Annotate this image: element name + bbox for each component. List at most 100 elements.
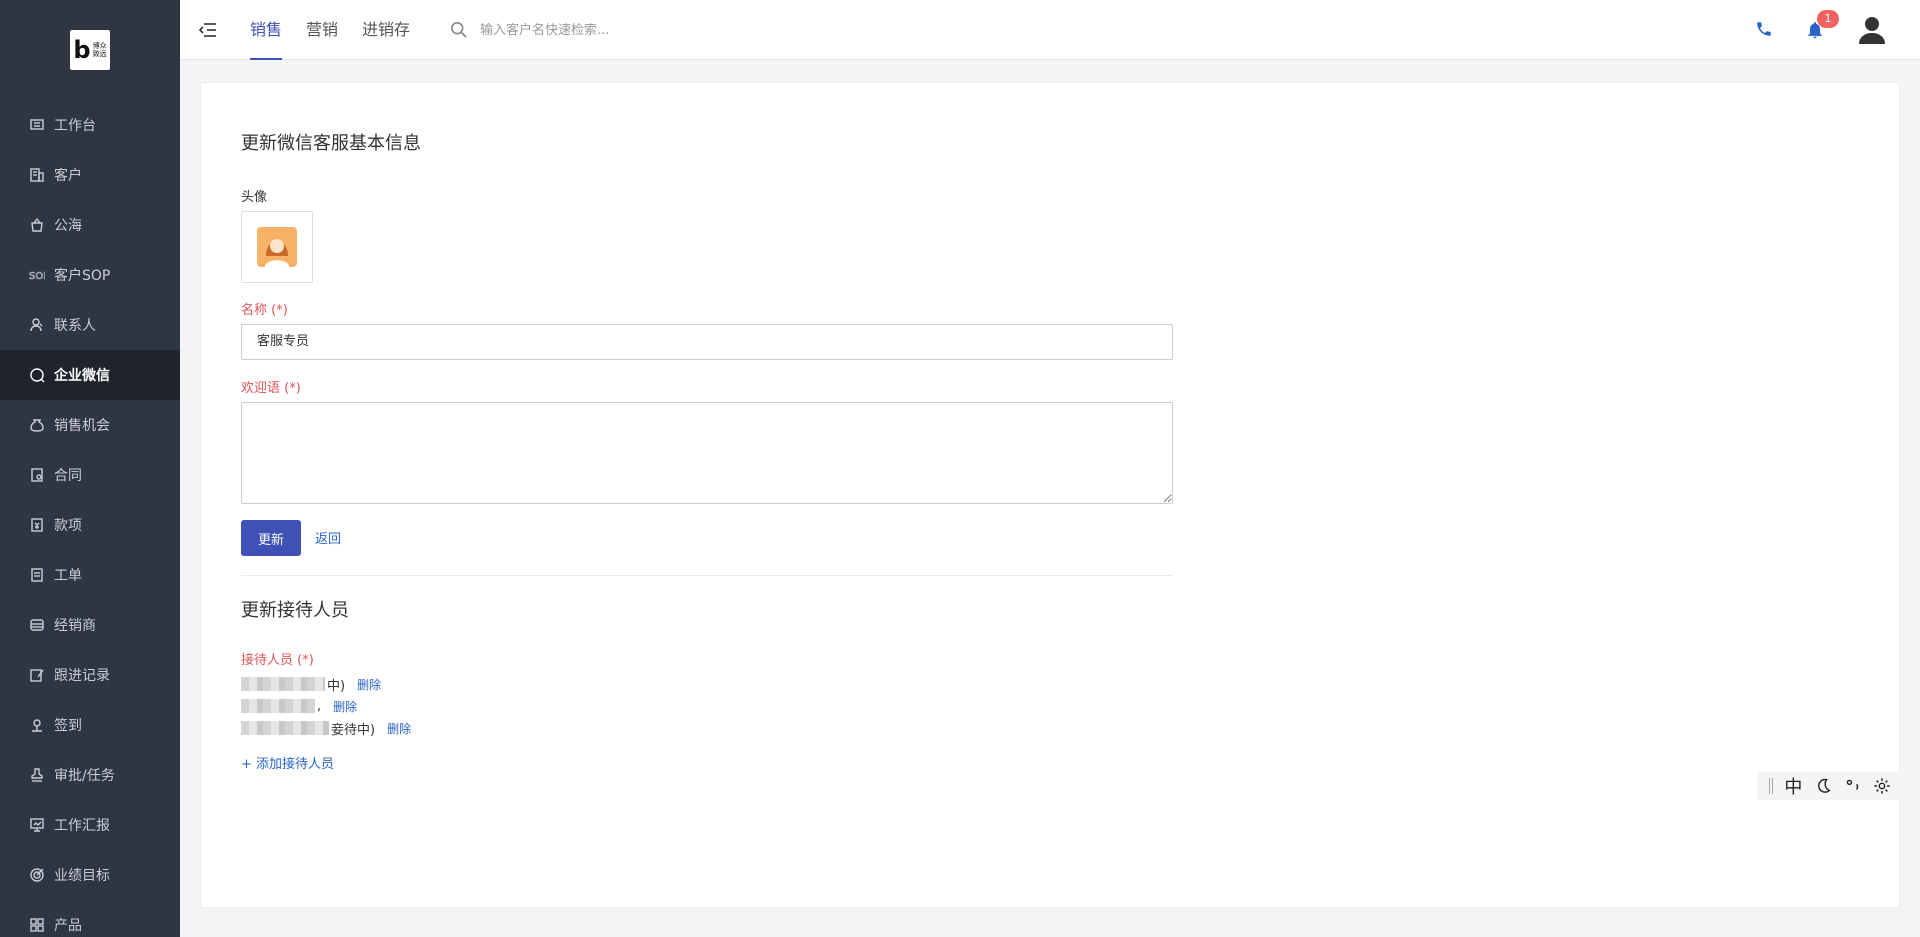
- main-card: 更新微信客服基本信息 头像 名称 (*) 客服专员 欢迎语 (*) 更新 返回 …: [200, 82, 1900, 908]
- sidebar-item-0[interactable]: 工作台: [0, 100, 180, 150]
- welcome-textarea[interactable]: [241, 402, 1173, 504]
- person-icon: [28, 316, 46, 334]
- top-header: 销售 营销 进销存 1: [180, 0, 1920, 60]
- menu-toggle-icon[interactable]: [198, 20, 218, 40]
- sidebar-item-16[interactable]: 产品: [0, 900, 180, 937]
- receptionist-status: ,: [317, 698, 322, 714]
- basket-icon: [28, 216, 46, 234]
- gear-icon[interactable]: [1873, 777, 1891, 795]
- sidebar-item-1[interactable]: 客户: [0, 150, 180, 200]
- receptionist-status: 妾待中): [331, 722, 376, 738]
- sidebar-item-label: 审批/任务: [54, 768, 115, 784]
- sidebar-item-label: 工单: [54, 568, 82, 584]
- sidebar-nav: 工作台客户公海 SOP 客户SOP 联系人企业微信销售机会合同款项工单经销商跟进记录签…: [0, 100, 180, 937]
- target-icon: [28, 866, 46, 884]
- delete-link[interactable]: 删除: [333, 698, 357, 715]
- logo[interactable]: b 博众 致远: [70, 30, 110, 70]
- delete-link[interactable]: 删除: [357, 676, 381, 693]
- sidebar-item-9[interactable]: 工单: [0, 550, 180, 600]
- chat-icon: [28, 366, 46, 384]
- sidebar-item-10[interactable]: 经销商: [0, 600, 180, 650]
- payment-icon: [28, 516, 46, 534]
- sidebar-item-label: 工作台: [54, 118, 96, 134]
- search-input[interactable]: [480, 22, 740, 38]
- sidebar-item-label: 销售机会: [54, 418, 110, 434]
- sidebar-item-14[interactable]: 工作汇报: [0, 800, 180, 850]
- sidebar-item-label: 业绩目标: [54, 868, 110, 884]
- ime-mode[interactable]: 中: [1784, 773, 1802, 799]
- receptionist-row: 中) 删除: [241, 673, 381, 695]
- sidebar-item-label: 联系人: [54, 318, 96, 334]
- grid-icon: [28, 916, 46, 934]
- add-receptionist-link[interactable]: + 添加接待人员: [241, 753, 334, 772]
- stamp-icon: [28, 766, 46, 784]
- redacted-name: [241, 699, 315, 713]
- sop-icon: SOP: [28, 266, 46, 284]
- top-tabs: 销售 营销 进销存: [250, 0, 434, 60]
- sidebar-item-3[interactable]: SOP 客户SOP: [0, 250, 180, 300]
- sidebar-item-12[interactable]: 签到: [0, 700, 180, 750]
- avatar-label: 头像: [241, 190, 268, 205]
- sidebar-item-6[interactable]: 销售机会: [0, 400, 180, 450]
- logo-text: 博众 致远: [92, 42, 107, 58]
- sidebar-item-15[interactable]: 业绩目标: [0, 850, 180, 900]
- sidebar-item-label: 经销商: [54, 618, 96, 634]
- update-button[interactable]: 更新: [241, 520, 301, 556]
- welcome-label: 欢迎语 (*): [241, 381, 301, 396]
- avatar-upload[interactable]: [241, 211, 313, 283]
- logo-mark: b: [73, 36, 91, 64]
- sidebar-item-label: 公海: [54, 218, 82, 234]
- redacted-name: [241, 677, 325, 691]
- punctuation-icon[interactable]: [1844, 777, 1862, 795]
- receptionist-status: 中): [327, 678, 346, 694]
- sidebar-item-7[interactable]: 合同: [0, 450, 180, 500]
- desk-icon: [28, 116, 46, 134]
- tab-marketing[interactable]: 营销: [306, 0, 338, 60]
- receptionist-label: 接待人员 (*): [241, 653, 314, 668]
- receptionist-row: , 删除: [241, 695, 357, 717]
- store-icon: [28, 616, 46, 634]
- sidebar: b 博众 致远 工作台客户公海 SOP 客户SOP 联系人企业微信销售机会合同款项工单…: [0, 0, 180, 937]
- edit-icon: [28, 666, 46, 684]
- tab-inventory[interactable]: 进销存: [362, 0, 410, 60]
- ime-toolbar: 中: [1757, 772, 1903, 800]
- female-avatar-icon: [257, 227, 297, 267]
- name-input[interactable]: 客服专员: [241, 324, 1173, 360]
- sidebar-item-label: 客户SOP: [54, 268, 111, 284]
- receptionist-row: 妾待中) 删除: [241, 717, 411, 739]
- ticket-icon: [28, 566, 46, 584]
- sidebar-item-13[interactable]: 审批/任务: [0, 750, 180, 800]
- sidebar-item-label: 工作汇报: [54, 818, 110, 834]
- sidebar-item-label: 款项: [54, 518, 82, 534]
- moon-icon[interactable]: [1814, 777, 1832, 795]
- ime-grip[interactable]: [1768, 778, 1773, 794]
- search-icon: [450, 21, 467, 38]
- phone-icon[interactable]: [1755, 20, 1775, 40]
- delete-link[interactable]: 删除: [387, 720, 411, 737]
- building-icon: [28, 166, 46, 184]
- sidebar-item-label: 跟进记录: [54, 668, 110, 684]
- search-bar: [450, 18, 750, 42]
- notification-badge: 1: [1817, 10, 1839, 28]
- sidebar-item-11[interactable]: 跟进记录: [0, 650, 180, 700]
- sidebar-item-2[interactable]: 公海: [0, 200, 180, 250]
- sidebar-item-8[interactable]: 款项: [0, 500, 180, 550]
- sidebar-item-label: 企业微信: [54, 368, 110, 384]
- svg-text:SOP: SOP: [29, 271, 45, 282]
- redacted-name: [241, 721, 329, 735]
- sidebar-item-4[interactable]: 联系人: [0, 300, 180, 350]
- name-label: 名称 (*): [241, 303, 288, 318]
- user-avatar-icon[interactable]: [1856, 14, 1888, 46]
- tab-sales[interactable]: 销售: [250, 0, 283, 60]
- divider: [241, 575, 1173, 576]
- back-link[interactable]: 返回: [315, 528, 341, 547]
- sidebar-item-label: 合同: [54, 468, 82, 484]
- contract-icon: [28, 466, 46, 484]
- sidebar-item-5[interactable]: 企业微信: [0, 350, 180, 400]
- report-icon: [28, 816, 46, 834]
- sidebar-item-label: 产品: [54, 918, 82, 934]
- sidebar-item-label: 签到: [54, 718, 82, 734]
- moneybag-icon: [28, 416, 46, 434]
- basic-info-title: 更新微信客服基本信息: [241, 133, 421, 154]
- sidebar-item-label: 客户: [54, 168, 82, 184]
